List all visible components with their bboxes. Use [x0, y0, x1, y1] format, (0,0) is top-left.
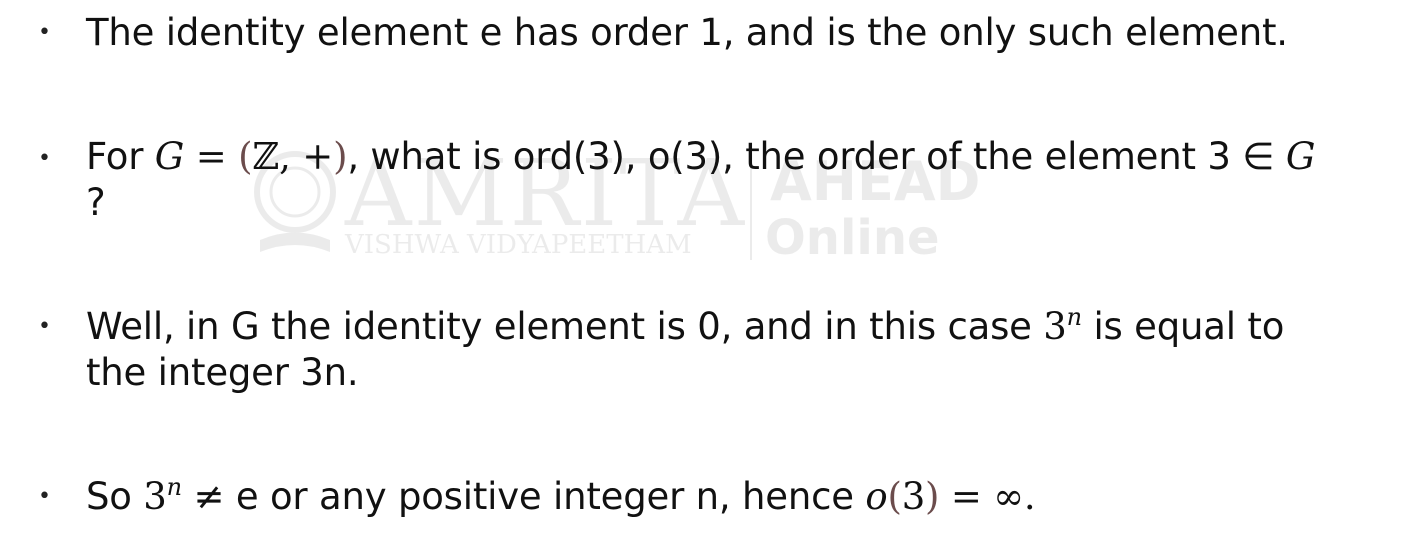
math-o: o	[865, 475, 888, 518]
bullet-2-line-2: ?	[86, 180, 106, 226]
bullet-2-line-1: For G = (ℤ, +), what is ord(3), o(3), th…	[86, 134, 1315, 180]
math-G: G	[154, 135, 185, 178]
bullet-marker: •	[38, 20, 51, 45]
math-paren-open: (	[887, 475, 902, 518]
math-paren-close: )	[925, 475, 940, 518]
math-G-2: G	[1285, 135, 1316, 178]
bullet-3-line-2-text: the integer 3n.	[86, 351, 359, 394]
bullet-4-pre: So	[86, 475, 144, 518]
math-equals: =	[184, 135, 239, 178]
bullet-3-line-2: the integer 3n.	[86, 350, 359, 396]
math-paren-open: (	[238, 135, 253, 178]
math-set: ℤ, +	[252, 135, 334, 178]
bullet-1-line-1: The identity element e has order 1, and …	[86, 10, 1288, 56]
bullet-3-line-1: Well, in G the identity element is 0, an…	[86, 304, 1284, 350]
watermark-right-bottom: Online	[765, 210, 940, 266]
math-exponent: n	[166, 473, 182, 501]
math-exponent: n	[1066, 303, 1082, 331]
math-base: 3	[1043, 305, 1067, 348]
math-base: 3	[143, 475, 167, 518]
bullet-4-end: = ∞.	[939, 475, 1036, 518]
bullet-marker: •	[38, 314, 51, 339]
bullet-marker: •	[38, 484, 51, 509]
bullet-4-line-1: So 3n ≠ e or any positive integer n, hen…	[86, 473, 1036, 520]
bullet-3-post: is equal to	[1081, 305, 1285, 348]
bullet-4-mid: ≠ e or any positive integer n, hence	[181, 475, 866, 518]
math-three: 3	[901, 475, 926, 518]
slide: AMRITA VISHWA VIDYAPEETHAM AHEAD Online …	[0, 0, 1422, 556]
math-paren-close: )	[333, 135, 348, 178]
bullet-2-question-mark: ?	[86, 181, 106, 224]
watermark-sub: VISHWA VIDYAPEETHAM	[345, 230, 692, 260]
bullet-1-text: The identity element e has order 1, and …	[86, 11, 1288, 54]
bullet-3-pre: Well, in G the identity element is 0, an…	[86, 305, 1044, 348]
bullet-2-prefix: For	[86, 135, 155, 178]
bullet-2-middle: , what is ord(3), o(3), the order of the…	[347, 135, 1286, 178]
bullet-marker: •	[38, 146, 51, 171]
